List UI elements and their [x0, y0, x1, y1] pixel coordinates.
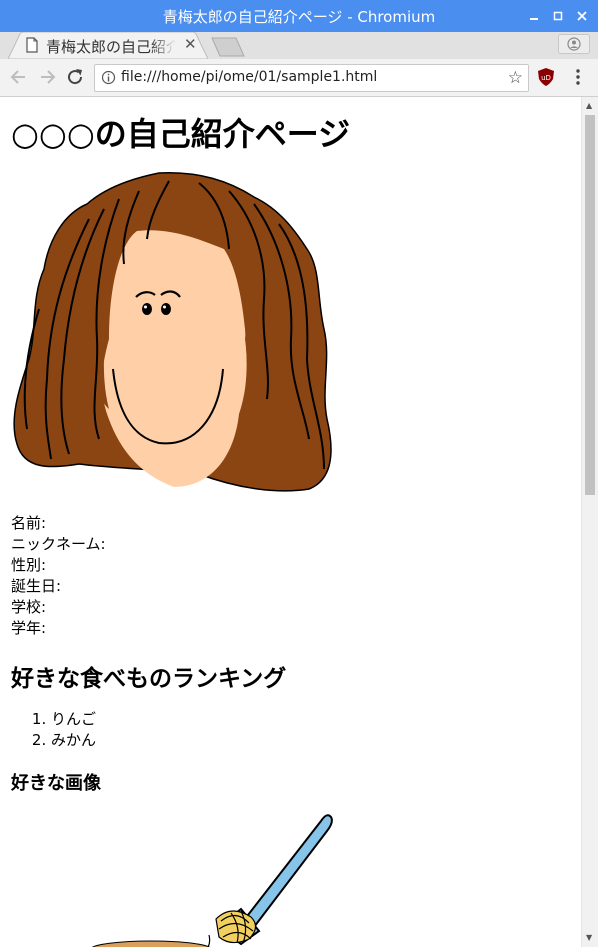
- window-titlebar: 青梅太郎の自己紹介ページ - Chromium: [0, 0, 598, 32]
- bookmark-star-icon[interactable]: ☆: [508, 68, 523, 88]
- forward-arrow-icon[interactable]: [37, 67, 57, 87]
- profile-fields: 名前: ニックネーム: 性別: 誕生日: 学校: 学年:: [11, 513, 106, 639]
- browser-toolbar: file:///home/pi/ome/01/sample1.html ☆ uD: [0, 59, 598, 97]
- window-title: 青梅太郎の自己紹介ページ - Chromium: [162, 7, 436, 26]
- pasta-fork-image: [91, 814, 333, 947]
- page-viewport[interactable]: ○○○の自己紹介ページ 名前: ニックネーム: 性別: 誕生日: 学校: 学年:…: [0, 97, 581, 947]
- minimize-icon: [530, 18, 538, 20]
- new-tab-button[interactable]: [210, 37, 246, 57]
- close-icon: [577, 11, 587, 21]
- maximize-button[interactable]: [548, 6, 568, 26]
- vertical-scrollbar[interactable]: ▲ ▼: [581, 97, 598, 947]
- scrollbar-thumb[interactable]: [585, 115, 595, 495]
- document-icon: [26, 37, 38, 53]
- scroll-down-arrow-icon[interactable]: ▼: [586, 933, 592, 942]
- ublock-extension-icon[interactable]: uD: [537, 67, 555, 87]
- close-button[interactable]: [572, 6, 592, 26]
- profile-name-label: 名前:: [11, 514, 47, 532]
- ranking-heading: 好きな食べものランキング: [11, 666, 287, 692]
- profile-icon: [567, 37, 581, 51]
- back-arrow-icon[interactable]: [9, 67, 29, 87]
- info-icon[interactable]: [101, 70, 116, 85]
- profile-school-label: 学校:: [11, 598, 47, 616]
- tab-strip: 青梅太郎の自己紹介ページ ✕: [0, 32, 598, 59]
- minimize-button[interactable]: [524, 6, 544, 26]
- page-title: ○○○の自己紹介ページ: [11, 115, 351, 153]
- address-bar[interactable]: file:///home/pi/ome/01/sample1.html ☆: [94, 64, 529, 92]
- portrait-image: [13, 171, 332, 492]
- menu-dots-icon[interactable]: [570, 67, 586, 87]
- favorite-image-heading: 好きな画像: [11, 773, 101, 794]
- profile-nickname-label: ニックネーム:: [11, 535, 106, 553]
- maximize-icon: [553, 11, 563, 21]
- list-item: りんご: [51, 709, 96, 730]
- list-item: みかん: [51, 730, 96, 751]
- ranking-list: りんご みかん: [11, 709, 96, 751]
- window-controls: [524, 0, 592, 32]
- svg-text:uD: uD: [541, 74, 551, 82]
- profile-birthday-label: 誕生日:: [11, 577, 62, 595]
- tab-title: 青梅太郎の自己紹介ページ: [46, 38, 176, 56]
- url-text: file:///home/pi/ome/01/sample1.html: [121, 69, 378, 85]
- profile-grade-label: 学年:: [11, 619, 47, 637]
- reload-icon[interactable]: [65, 67, 85, 87]
- tab-close-icon[interactable]: ✕: [184, 35, 197, 53]
- tab-active[interactable]: 青梅太郎の自己紹介ページ ✕: [8, 32, 208, 59]
- profile-button[interactable]: [558, 34, 590, 54]
- scroll-up-arrow-icon[interactable]: ▲: [586, 101, 592, 110]
- profile-gender-label: 性別:: [11, 556, 47, 574]
